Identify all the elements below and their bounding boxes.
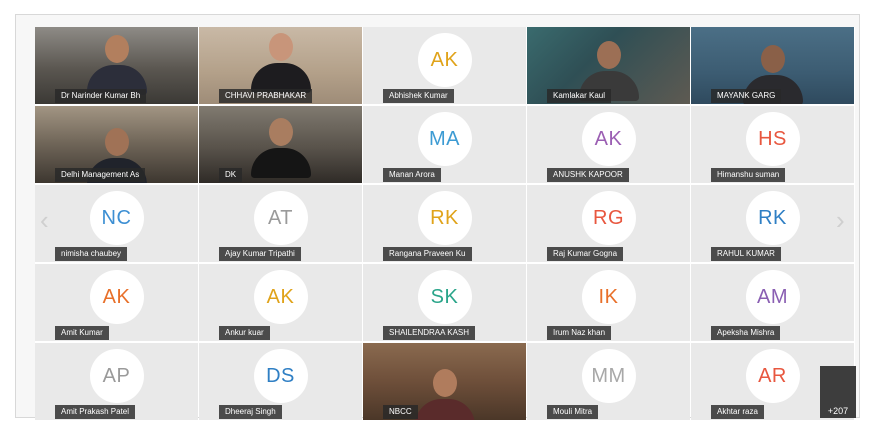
avatar: AK — [253, 270, 308, 324]
participant-name: Rangana Praveen Ku — [383, 247, 472, 261]
chevron-right-icon[interactable]: › — [836, 205, 845, 236]
participant-tile[interactable]: SK SHAILENDRAA KASH — [363, 264, 526, 341]
participant-tile[interactable]: Dr Narinder Kumar Bh — [35, 27, 198, 104]
avatar: NC — [89, 191, 144, 245]
avatar: RK — [745, 191, 800, 245]
participant-tile[interactable]: AK Ankur kuar — [199, 264, 362, 341]
participant-name: Akhtar raza — [711, 405, 764, 419]
avatar: MM — [581, 349, 636, 403]
participant-name: Dr Narinder Kumar Bh — [55, 89, 147, 103]
participant-tile[interactable]: Delhi Management As — [35, 106, 198, 183]
avatar: AM — [745, 270, 800, 324]
avatar: AK — [417, 33, 472, 87]
avatar: SK — [417, 270, 472, 324]
participant-name: DK — [219, 168, 243, 182]
participant-tile[interactable]: AP Amit Prakash Patel — [35, 343, 198, 420]
avatar: AK — [581, 112, 636, 166]
participant-name: Himanshu suman — [711, 168, 786, 182]
participant-name: Amit Prakash Patel — [55, 405, 136, 419]
participant-grid: Dr Narinder Kumar Bh CHHAVI PRABHAKAR AK Ab… — [35, 27, 855, 420]
avatar: RG — [581, 191, 636, 245]
participant-video-body — [414, 399, 475, 420]
participant-name: MAYANK GARG — [711, 89, 782, 103]
participant-tile[interactable]: AT Ajay Kumar Tripathi — [199, 185, 362, 262]
more-participants-count: +207 — [827, 406, 849, 416]
avatar: AK — [89, 270, 144, 324]
avatar: AT — [253, 191, 308, 245]
participant-tile[interactable]: RG Raj Kumar Gogna — [527, 185, 690, 262]
participant-video-head — [760, 45, 785, 73]
participant-name: Irum Naz khan — [547, 326, 612, 340]
participant-name: Ankur kuar — [219, 326, 270, 340]
participant-tile[interactable]: RK Rangana Praveen Ku — [363, 185, 526, 262]
participant-video-body — [250, 148, 311, 178]
participant-tile[interactable]: AK Abhishek Kumar — [363, 27, 526, 104]
participant-tile[interactable]: CHHAVI PRABHAKAR — [199, 27, 362, 104]
participant-tile[interactable]: DK — [199, 106, 362, 183]
participant-name: Ajay Kumar Tripathi — [219, 247, 301, 261]
more-participants-button[interactable]: +207 — [820, 366, 856, 418]
participant-video — [250, 33, 311, 93]
participant-name: Dheeraj Singh — [219, 405, 282, 419]
participant-tile[interactable]: RK RAHUL KUMAR — [691, 185, 854, 262]
participant-tile[interactable]: AM Apeksha Mishra — [691, 264, 854, 341]
participant-tile[interactable]: NBCC — [363, 343, 526, 420]
chevron-left-icon[interactable]: ‹ — [40, 205, 49, 236]
participant-video-head — [596, 41, 621, 69]
participant-video — [86, 35, 147, 95]
participant-video — [250, 118, 311, 178]
participant-tile[interactable]: AK ANUSHK KAPOOR — [527, 106, 690, 183]
participant-tile[interactable]: NC nimisha chaubey — [35, 185, 198, 262]
participant-tile[interactable]: DS Dheeraj Singh — [199, 343, 362, 420]
avatar: AR — [745, 349, 800, 403]
participant-name: NBCC — [383, 405, 418, 419]
participant-name: RAHUL KUMAR — [711, 247, 781, 261]
participant-name: Mouli Mitra — [547, 405, 599, 419]
participant-name: Apeksha Mishra — [711, 326, 781, 340]
participant-name: CHHAVI PRABHAKAR — [219, 89, 313, 103]
participant-name: Kamlakar Kaul — [547, 89, 612, 103]
participant-tile[interactable]: MA Manan Arora — [363, 106, 526, 183]
participant-name: Abhishek Kumar — [383, 89, 454, 103]
participant-video-head — [268, 33, 293, 61]
participant-tile[interactable]: MAYANK GARG — [691, 27, 854, 104]
participant-name: Delhi Management As — [55, 168, 146, 182]
participant-video-head — [432, 369, 457, 397]
avatar: HS — [745, 112, 800, 166]
participant-video-head — [104, 35, 129, 63]
avatar: MA — [417, 112, 472, 166]
participant-video — [414, 369, 475, 420]
participant-video-head — [104, 128, 129, 156]
participant-name: Manan Arora — [383, 168, 441, 182]
participant-tile[interactable]: HS Himanshu suman — [691, 106, 854, 183]
avatar: DS — [253, 349, 308, 403]
participant-name: Raj Kumar Gogna — [547, 247, 624, 261]
avatar: AP — [89, 349, 144, 403]
participant-name: ANUSHK KAPOOR — [547, 168, 629, 182]
avatar: RK — [417, 191, 472, 245]
participant-tile[interactable]: IK Irum Naz khan — [527, 264, 690, 341]
avatar: IK — [581, 270, 636, 324]
participant-tile[interactable]: AK Amit Kumar — [35, 264, 198, 341]
participant-video-head — [268, 118, 293, 146]
participant-tile[interactable]: MM Mouli Mitra — [527, 343, 690, 420]
participant-name: SHAILENDRAA KASH — [383, 326, 476, 340]
participant-tile[interactable]: Kamlakar Kaul — [527, 27, 690, 104]
participant-name: Amit Kumar — [55, 326, 109, 340]
participant-name: nimisha chaubey — [55, 247, 128, 261]
